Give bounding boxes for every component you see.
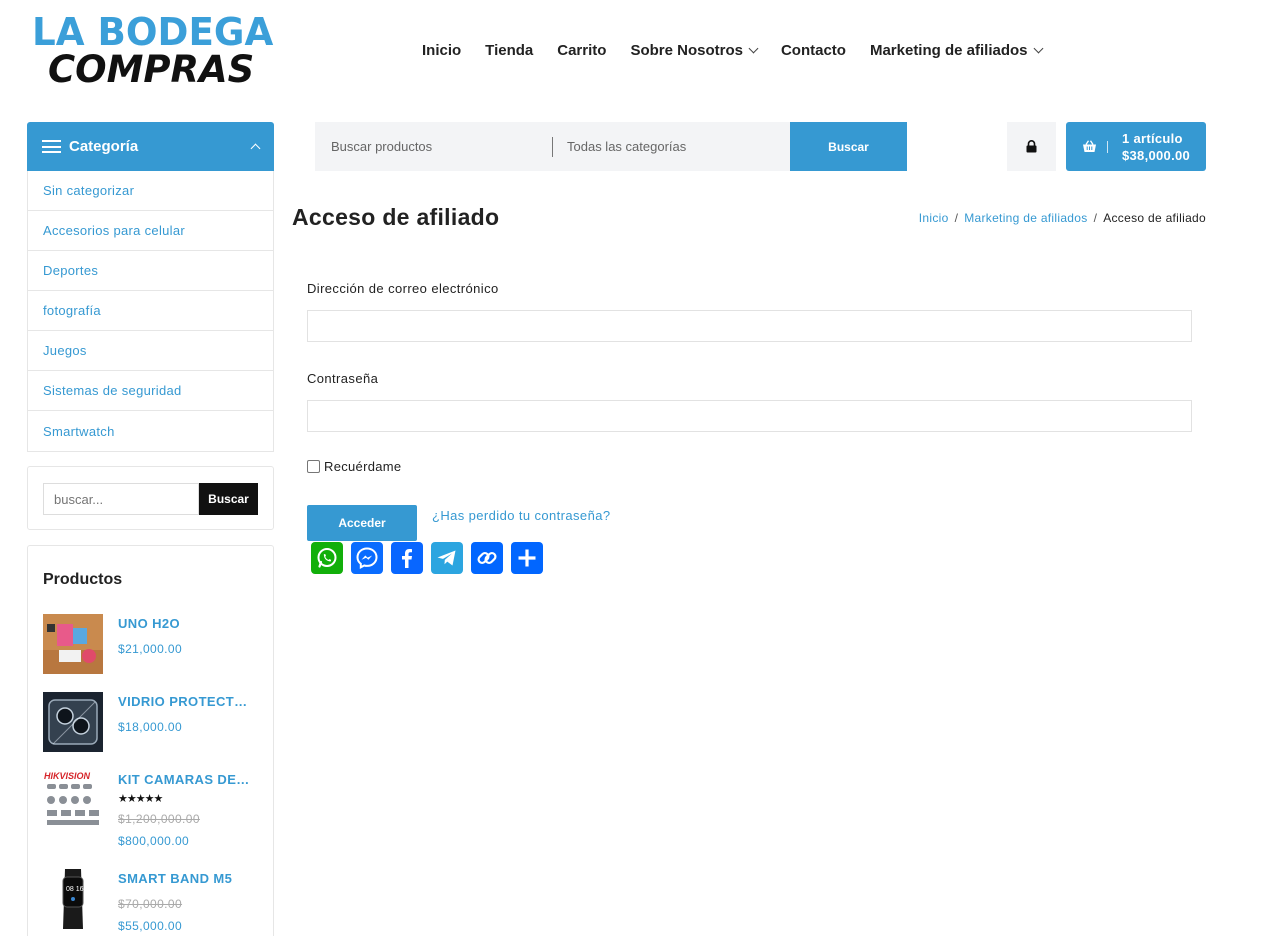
product-thumbnail[interactable]: 08 16: [43, 869, 103, 929]
product-thumbnail[interactable]: [43, 614, 103, 674]
product-name[interactable]: KIT CAMARAS DE…: [118, 772, 250, 787]
cart-button[interactable]: 1 artículo $38,000.00: [1066, 122, 1206, 171]
copy-link-icon[interactable]: [471, 542, 503, 574]
remember-me: Recuérdame: [307, 459, 401, 474]
basket-icon: [1083, 140, 1096, 152]
nav-carrito[interactable]: Carrito: [557, 42, 606, 59]
chevron-up-icon: [250, 143, 261, 154]
breadcrumb-separator: /: [954, 211, 959, 225]
star-rating: ★★★★★: [118, 793, 163, 805]
cart-separator: [1107, 140, 1108, 153]
messenger-icon[interactable]: [351, 542, 383, 574]
category-item-smartwatch[interactable]: Smartwatch: [28, 411, 273, 451]
nav-label: Tienda: [485, 42, 534, 59]
category-item-deportes[interactable]: Deportes: [28, 251, 273, 291]
account-button[interactable]: [1007, 122, 1056, 171]
breadcrumb-separator: /: [1093, 211, 1098, 225]
remember-checkbox[interactable]: [307, 460, 320, 473]
remember-label: Recuérdame: [324, 459, 402, 474]
nav-contacto[interactable]: Contacto: [781, 42, 846, 59]
category-menu-title: Categoría: [69, 138, 139, 155]
nav-label: Sobre Nosotros: [630, 42, 743, 59]
sidebar-search-input[interactable]: [43, 483, 199, 515]
product-search-input[interactable]: Buscar productos: [315, 139, 552, 154]
site-logo[interactable]: LA BODEGA COMPRAS: [32, 10, 274, 92]
category-item-seguridad[interactable]: Sistemas de seguridad: [28, 371, 273, 411]
nav-label: Carrito: [557, 42, 607, 59]
nav-tienda[interactable]: Tienda: [485, 42, 533, 59]
nav-label: Inicio: [422, 42, 462, 59]
logo-line-1: LA BODEGA: [32, 10, 274, 54]
product-thumbnail[interactable]: [43, 692, 103, 752]
breadcrumb: Inicio / Marketing de afiliados / Acceso…: [919, 211, 1206, 225]
lost-password-link[interactable]: ¿Has perdido tu contraseña?: [432, 508, 610, 523]
nav-sobre-nosotros[interactable]: Sobre Nosotros: [630, 42, 759, 59]
cart-summary: 1 artículo $38,000.00: [1122, 130, 1190, 164]
product-search-bar: Buscar productos Todas las categorías Bu…: [315, 122, 907, 171]
breadcrumb-current: Acceso de afiliado: [1103, 211, 1206, 225]
category-select[interactable]: Todas las categorías: [553, 139, 790, 154]
page-title: Acceso de afiliado: [292, 204, 500, 230]
product-thumbnail[interactable]: HIKVISION: [43, 770, 103, 830]
cart-count: 1 artículo: [1122, 130, 1183, 146]
svg-text:08 16: 08 16: [66, 886, 84, 893]
sidebar-search-widget: Buscar: [27, 466, 274, 530]
whatsapp-icon[interactable]: [311, 542, 343, 574]
email-label: Dirección de correo electrónico: [307, 281, 499, 296]
category-item-juegos[interactable]: Juegos: [28, 331, 273, 371]
share-buttons: [311, 542, 543, 574]
product-name[interactable]: VIDRIO PROTECT…: [118, 694, 248, 709]
hamburger-icon: [42, 140, 61, 153]
nav-inicio[interactable]: Inicio: [422, 42, 461, 59]
password-field[interactable]: [307, 400, 1192, 432]
cart-total: $38,000.00: [1122, 147, 1191, 163]
product-price: $800,000.00: [118, 834, 190, 848]
category-item-sin-categorizar[interactable]: Sin categorizar: [28, 171, 273, 211]
nav-label: Contacto: [780, 42, 846, 59]
search-button[interactable]: Buscar: [790, 122, 907, 171]
svg-text:HIKVISION: HIKVISION: [44, 771, 91, 781]
product-name[interactable]: UNO H2O: [118, 616, 180, 631]
share-icon[interactable]: [511, 542, 543, 574]
product-price: $21,000.00: [118, 642, 183, 656]
facebook-icon[interactable]: [391, 542, 423, 574]
chevron-down-icon: [748, 43, 759, 54]
category-list: Sin categorizar Accesorios para celular …: [27, 171, 274, 452]
product-old-price: $1,200,000.00: [118, 812, 200, 826]
telegram-icon[interactable]: [431, 542, 463, 574]
chevron-down-icon: [1033, 43, 1043, 54]
category-menu-toggle[interactable]: Categoría: [27, 122, 274, 171]
category-item-accesorios[interactable]: Accesorios para celular: [28, 211, 273, 251]
logo-line-2: COMPRAS: [48, 48, 255, 91]
main-nav: Inicio Tienda Carrito Sobre Nosotros Con…: [422, 42, 1043, 59]
sidebar-search-button[interactable]: Buscar: [199, 483, 258, 515]
login-button[interactable]: Acceder: [307, 505, 417, 541]
product-old-price: $70,000.00: [118, 897, 183, 911]
product-name[interactable]: SMART BAND M5: [118, 871, 232, 886]
category-item-fotografia[interactable]: fotografía: [28, 291, 273, 331]
products-widget: Productos UNO H2O $21,000.00 VIDRIO PROT…: [27, 545, 274, 936]
lock-icon: [1026, 140, 1037, 153]
product-price: $55,000.00: [118, 919, 183, 933]
nav-label: Marketing de afiliados: [869, 42, 1028, 59]
password-label: Contraseña: [307, 371, 379, 386]
nav-marketing-afiliados[interactable]: Marketing de afiliados: [869, 42, 1043, 59]
products-widget-title: Productos: [43, 571, 123, 588]
email-field[interactable]: [307, 310, 1192, 342]
breadcrumb-parent[interactable]: Marketing de afiliados: [964, 211, 1087, 225]
breadcrumb-home[interactable]: Inicio: [919, 211, 949, 225]
product-price: $18,000.00: [118, 720, 183, 734]
